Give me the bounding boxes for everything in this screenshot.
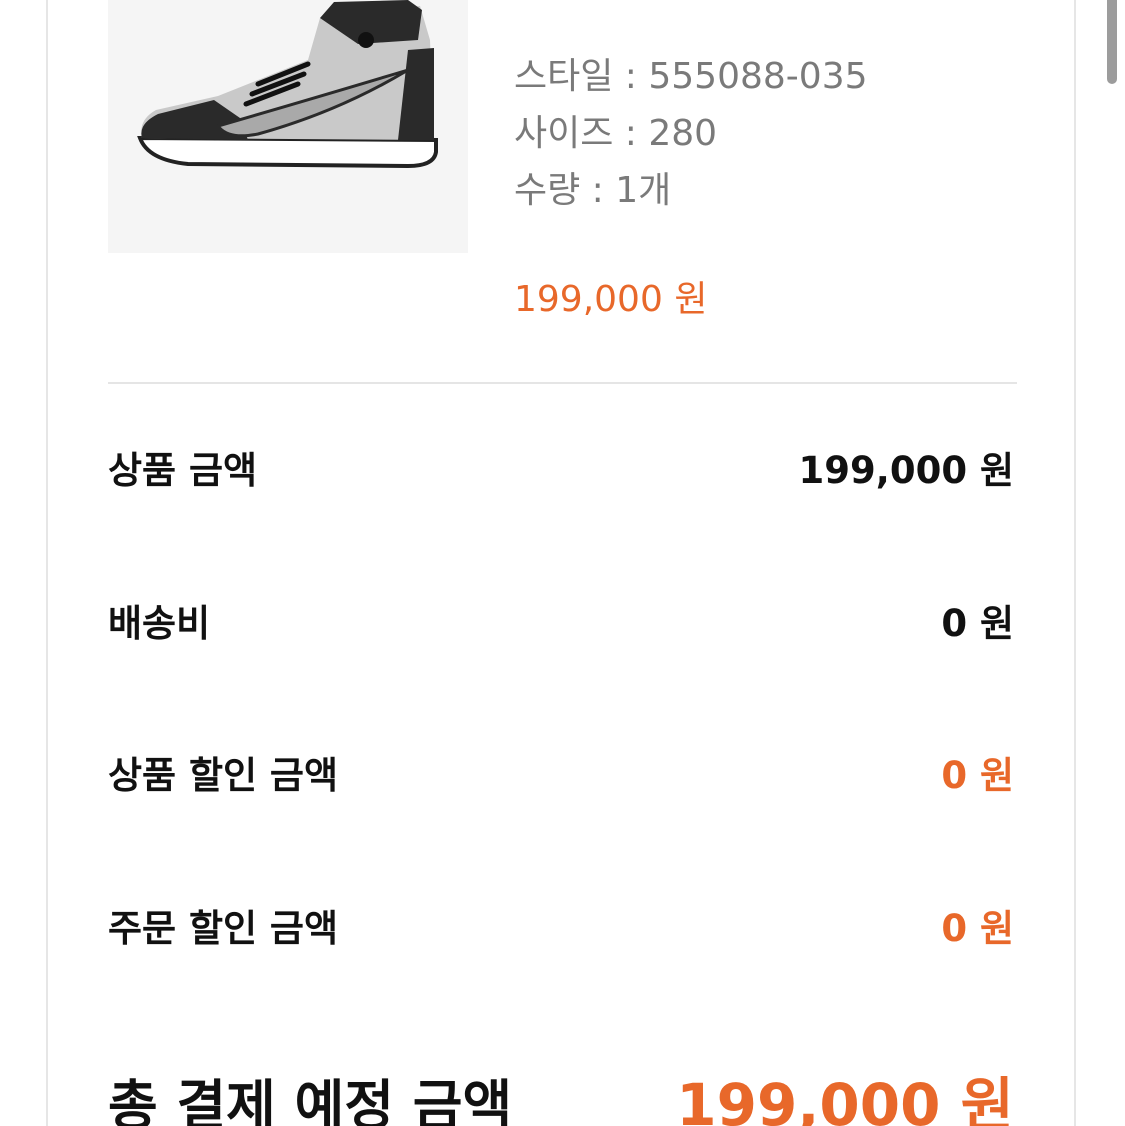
product-price: 199,000 원 (514, 279, 708, 320)
summary-row-order-discount: 주문 할인 금액 0 원 (108, 895, 1014, 955)
summary-value: 199,000 원 (798, 449, 1014, 492)
summary-label: 주문 할인 금액 (108, 907, 339, 950)
summary-row-product-discount: 상품 할인 금액 0 원 (108, 742, 1014, 802)
product-info: 스타일 : 555088-035 사이즈 : 280 수량 : 1개 (514, 48, 868, 219)
summary-label: 배송비 (108, 602, 211, 645)
product-image (108, 0, 468, 253)
size-text: 사이즈 : 280 (514, 113, 718, 154)
style-code: 스타일 : 555088-035 (514, 56, 868, 97)
summary-value: 0 원 (941, 907, 1014, 950)
summary-row-product-amount: 상품 금액 199,000 원 (108, 437, 1014, 497)
divider (108, 382, 1017, 384)
total-label: 총 결제 예정 금액 (108, 1073, 513, 1126)
summary-row-shipping: 배송비 0 원 (108, 590, 1014, 650)
summary-label: 상품 할인 금액 (108, 754, 339, 797)
scrollbar[interactable] (1107, 0, 1117, 84)
checkout-page: 스타일 : 555088-035 사이즈 : 280 수량 : 1개 199,0… (0, 0, 1125, 1126)
total-value: 199,000 원 (676, 1071, 1014, 1126)
quantity-text: 수량 : 1개 (514, 170, 672, 211)
summary-value: 0 원 (941, 754, 1014, 797)
summary-label: 상품 금액 (108, 449, 258, 492)
sneaker-icon (137, 0, 438, 169)
summary-row-total: 총 결제 예정 금액 199,000 원 (108, 1060, 1014, 1126)
summary-value: 0 원 (941, 602, 1014, 645)
